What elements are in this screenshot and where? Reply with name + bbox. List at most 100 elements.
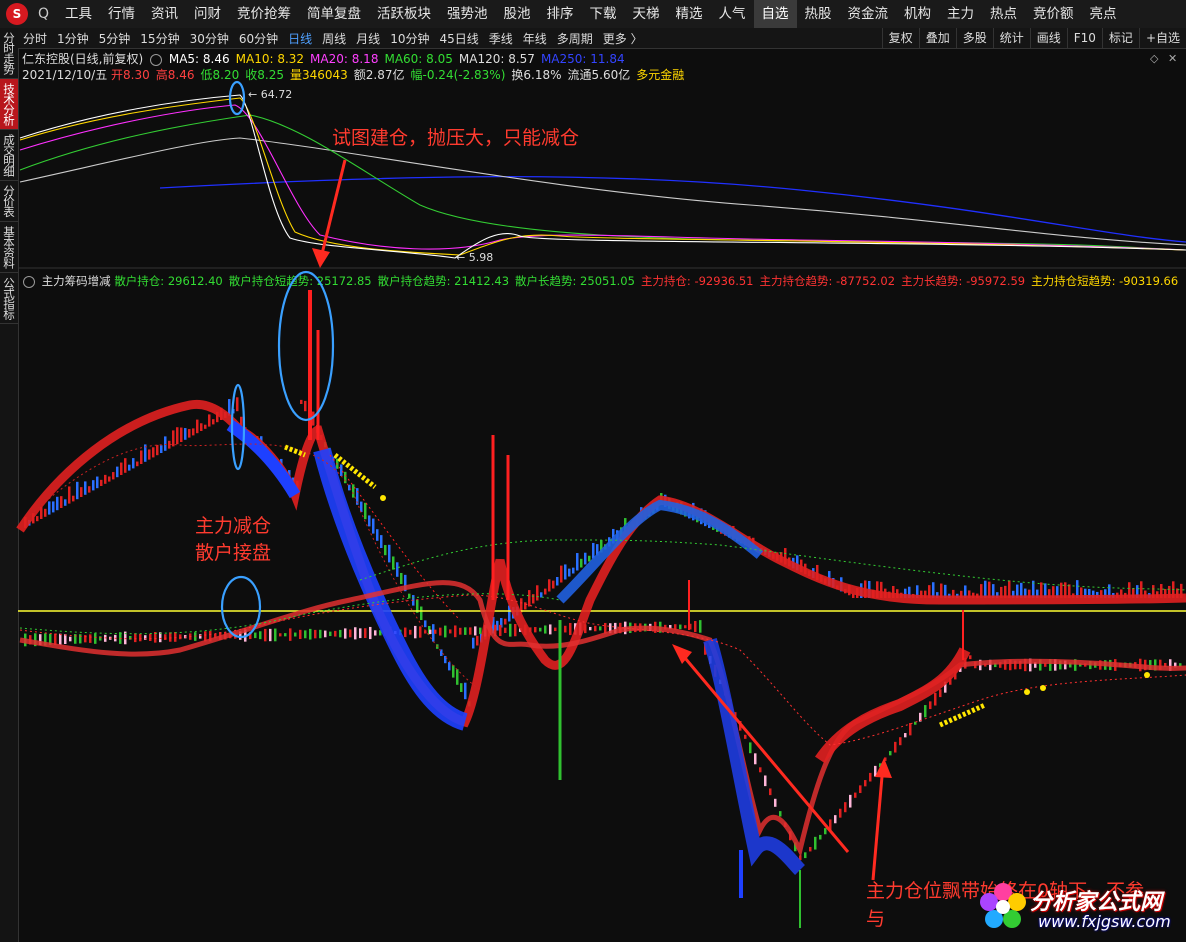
indicator-bar <box>176 427 179 445</box>
main-force-bar <box>469 627 472 635</box>
ma120-line <box>19 137 1186 246</box>
indicator-bar <box>88 486 91 493</box>
indicator-bar <box>124 458 127 473</box>
indicator-bar <box>396 562 399 577</box>
indicator-bar <box>448 662 451 671</box>
indicator-bar <box>72 495 75 502</box>
indicator-bar <box>36 516 39 522</box>
indicator-bar <box>136 461 139 467</box>
main-force-bar <box>514 623 517 637</box>
indicator-bar <box>576 553 579 571</box>
flower-logo-icon <box>980 883 1026 928</box>
indicator-bar <box>208 414 211 427</box>
watermark: 分析家公式网 www.fxjgsw.com <box>978 882 1183 938</box>
main-force-bar <box>314 629 317 639</box>
main-force-bar <box>544 625 547 634</box>
indicator-bar <box>180 427 183 442</box>
indicator-bar <box>172 430 175 447</box>
main-force-bar <box>369 626 372 640</box>
main-force-bar <box>149 633 152 641</box>
main-force-bar <box>934 692 937 706</box>
indicator-bar <box>592 542 595 559</box>
main-force-bar <box>409 629 412 635</box>
main-force-bar <box>894 741 897 753</box>
main-force-bar <box>169 632 172 642</box>
indicator-bar <box>348 484 351 491</box>
indicator-bar <box>84 481 87 495</box>
annotation-3-line2: 与 <box>866 908 886 930</box>
indicator-bar <box>400 572 403 584</box>
indicator-bar <box>112 472 115 480</box>
main-force-bar <box>349 629 352 638</box>
main-force-bar <box>909 723 912 736</box>
indicator-bar <box>452 665 455 678</box>
main-force-bar <box>279 633 282 637</box>
price-high-label: ← 64.72 <box>248 88 292 101</box>
main-force-bar <box>179 634 182 640</box>
main-force-bar <box>339 629 342 638</box>
main-force-bar <box>64 634 67 645</box>
main-force-bar <box>924 705 927 718</box>
main-force-bar <box>449 629 452 634</box>
indicator-bar <box>536 585 539 601</box>
retail-ribbon-blue-1 <box>226 420 301 499</box>
main-force-bar <box>329 631 332 637</box>
main-force-bar <box>864 780 867 787</box>
indicator-bar <box>476 635 479 646</box>
main-force-bar <box>759 767 762 773</box>
main-force-bar <box>869 772 872 782</box>
main-force-bar <box>284 633 287 637</box>
indicator-bar <box>544 588 547 595</box>
indicator-bar <box>456 669 459 685</box>
main-force-bar <box>504 627 507 633</box>
main-force-bar <box>744 734 747 739</box>
main-force-bar <box>549 624 552 635</box>
indicator-bar <box>464 682 467 700</box>
indicator-bar <box>212 419 215 425</box>
main-force-bar <box>344 628 347 639</box>
main-force-bar <box>334 630 337 637</box>
indicator-bar <box>60 496 63 508</box>
indicator-bar <box>100 479 103 486</box>
indicator-bar <box>64 499 67 506</box>
main-force-bar <box>59 633 62 645</box>
main-force-bar <box>269 628 272 642</box>
main-force-bar <box>439 627 442 636</box>
indicator-bar <box>52 501 55 513</box>
retail-long-trend <box>359 539 1186 591</box>
main-force-bar <box>804 852 807 859</box>
main-force-bar <box>459 627 462 635</box>
main-force-bar <box>754 753 757 765</box>
main-force-bar <box>139 633 142 642</box>
indicator-bar <box>128 464 131 471</box>
main-force-bar <box>534 627 537 633</box>
main-force-bar <box>854 792 857 798</box>
indicator-bar <box>588 555 591 562</box>
indicator-bar <box>572 567 575 574</box>
main-force-bar <box>809 846 812 852</box>
indicator-bar <box>80 487 83 497</box>
indicator-bar <box>408 593 411 599</box>
indicator-bar <box>380 535 383 548</box>
watermark-url: www.fxjgsw.com <box>1038 912 1171 931</box>
main-force-bar <box>819 834 822 840</box>
indicator-bar <box>236 397 239 412</box>
main-force-bar <box>749 742 752 754</box>
indicator-bar <box>444 655 447 664</box>
main-force-bar <box>354 627 357 640</box>
main-force-bar <box>474 626 477 636</box>
retail-ribbon-blue-2 <box>313 447 468 731</box>
main-force-bar <box>294 632 297 637</box>
indicator-bar <box>120 462 123 475</box>
main-force-bar <box>364 628 367 639</box>
chart-canvas[interactable]: ← 64.72 ← 5.98 <box>0 0 1186 942</box>
indicator-bar <box>564 564 567 580</box>
indicator-bar <box>48 501 51 515</box>
indicator-bar <box>204 424 207 429</box>
indicator-bar <box>164 436 167 451</box>
main-force-bar <box>569 622 572 636</box>
volume-spikes <box>308 290 964 928</box>
main-force-bar <box>264 628 267 642</box>
indicator-bar <box>584 552 587 565</box>
main-force-bar <box>289 628 292 641</box>
